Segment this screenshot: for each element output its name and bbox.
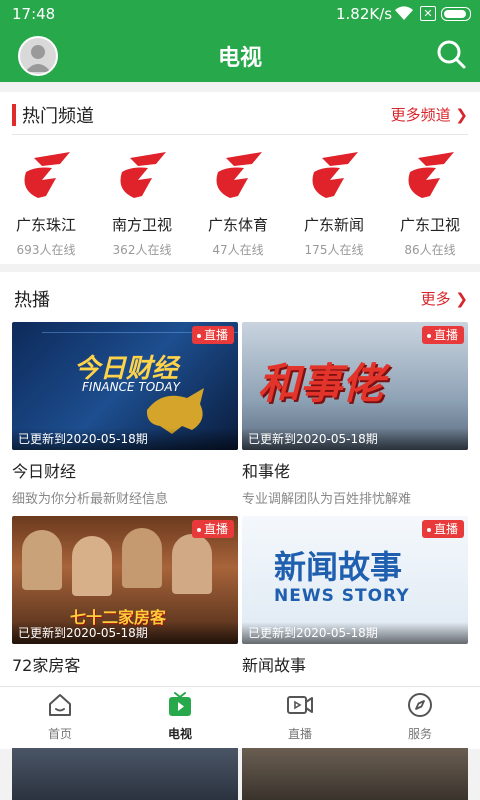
hot-channels-section: 热门频道 更多频道 ❯ 广东珠江 693人在线 南方卫视 362人在线 广东体育… xyxy=(0,92,480,264)
program-description: 专业调解团队为百姓排忧解难 xyxy=(242,492,412,507)
hot-channels-title: 热门频道 xyxy=(22,106,94,127)
nav-tab-label: 服务 xyxy=(407,727,432,741)
hot-play-title: 热播 xyxy=(14,290,50,311)
program-thumbnail-partial[interactable] xyxy=(242,748,468,800)
nav-tab-label: 电视 xyxy=(167,727,192,741)
channel-item[interactable]: 南方卫视 362人在线 xyxy=(96,150,188,260)
update-label: 已更新到2020-05-18期 xyxy=(12,428,238,450)
live-badge: 直播 xyxy=(191,326,234,344)
live-video-icon xyxy=(287,696,313,714)
nav-tab-service[interactable]: 服务 xyxy=(360,687,480,749)
channel-item[interactable]: 广东珠江 693人在线 xyxy=(0,150,92,260)
hot-play-section: 热播 更多 ❯ 今日财经 FINANCE TODAY 直播 已更新到2020-0… xyxy=(0,272,480,686)
channel-online-count: 86人在线 xyxy=(404,243,456,257)
thumbnail-title-text: 新闻故事 xyxy=(274,548,403,586)
update-label: 已更新到2020-05-18期 xyxy=(12,622,238,644)
channel-online-count: 47人在线 xyxy=(212,243,264,257)
gdtv-logo-icon xyxy=(120,152,166,198)
more-hot-link[interactable]: 更多 ❯ xyxy=(421,288,468,309)
live-badge: 直播 xyxy=(421,520,464,538)
program-title: 新闻故事 xyxy=(242,656,307,675)
program-thumbnail-partial[interactable] xyxy=(12,748,238,800)
channel-name: 广东体育 xyxy=(207,216,268,234)
program-thumbnail: 七十二家房客 直播 已更新到2020-05-18期 xyxy=(12,516,238,644)
no-sim-icon: ✕ xyxy=(420,6,436,21)
battery-icon xyxy=(441,7,471,21)
tv-icon xyxy=(169,692,191,716)
channel-item[interactable]: 广东体育 47人在线 xyxy=(192,150,284,260)
live-badge: 直播 xyxy=(421,326,464,344)
update-label: 已更新到2020-05-18期 xyxy=(242,428,468,450)
channel-item[interactable]: 广东卫视 86人在线 xyxy=(384,150,476,260)
channel-item[interactable]: 广东新闻 175人在线 xyxy=(288,150,380,260)
nav-tab-home[interactable]: 首页 xyxy=(0,687,120,749)
app-header: 电视 xyxy=(0,28,480,82)
wifi-icon xyxy=(395,6,413,21)
program-title: 和事佬 xyxy=(242,462,291,481)
channel-name: 广东新闻 xyxy=(303,216,364,234)
live-badge: 直播 xyxy=(191,520,234,538)
more-channels-link[interactable]: 更多频道 ❯ xyxy=(391,104,468,125)
compass-icon xyxy=(408,693,432,717)
channel-name: 广东珠江 xyxy=(15,216,76,234)
program-thumbnail: 新闻故事 NEWS STORY 直播 已更新到2020-05-18期 xyxy=(242,516,468,644)
section-accent-bar xyxy=(12,104,16,126)
status-time: 17:48 xyxy=(12,5,56,23)
channel-name: 广东卫视 xyxy=(399,216,460,234)
program-description: 细致为你分析最新财经信息 xyxy=(12,492,169,507)
gdtv-logo-icon xyxy=(312,152,358,198)
thumbnail-subtitle-text: NEWS STORY xyxy=(274,586,410,606)
gdtv-logo-icon xyxy=(216,152,262,198)
program-thumbnail: 和事佬 直播 已更新到2020-05-18期 xyxy=(242,322,468,450)
program-title: 今日财经 xyxy=(12,462,77,481)
program-card[interactable]: 今日财经 FINANCE TODAY 直播 已更新到2020-05-18期 今日… xyxy=(12,322,238,507)
program-card[interactable]: 和事佬 直播 已更新到2020-05-18期 和事佬 专业调解团队为百姓排忧解难 xyxy=(242,322,468,507)
gdtv-logo-icon xyxy=(408,152,454,198)
channel-online-count: 175人在线 xyxy=(304,243,364,257)
update-label: 已更新到2020-05-18期 xyxy=(242,622,468,644)
program-card[interactable]: 七十二家房客 直播 已更新到2020-05-18期 72家房客 xyxy=(12,516,238,682)
nav-tab-label: 首页 xyxy=(47,727,72,741)
status-bar: 17:48 1.82K/s ✕ xyxy=(0,0,480,28)
search-icon[interactable] xyxy=(434,37,468,71)
channel-online-count: 362人在线 xyxy=(112,243,172,257)
thumbnail-subtitle-text: FINANCE TODAY xyxy=(82,380,180,394)
nav-tab-live[interactable]: 直播 xyxy=(240,687,360,749)
program-card[interactable]: 新闻故事 NEWS STORY 直播 已更新到2020-05-18期 新闻故事 xyxy=(242,516,468,682)
network-speed: 1.82K/s xyxy=(336,5,393,23)
divider xyxy=(12,134,468,135)
home-icon xyxy=(49,694,71,716)
program-title: 72家房客 xyxy=(12,656,81,675)
channel-online-count: 693人在线 xyxy=(16,243,76,257)
channel-name: 南方卫视 xyxy=(111,216,172,234)
program-thumbnail: 今日财经 FINANCE TODAY 直播 已更新到2020-05-18期 xyxy=(12,322,238,450)
page-title: 电视 xyxy=(217,46,262,71)
nav-tab-tv[interactable]: 电视 xyxy=(120,687,240,749)
nav-tab-label: 直播 xyxy=(287,727,312,741)
thumbnail-title-text: 和事佬 xyxy=(258,359,385,408)
bottom-nav: 首页 电视 直播 服务 xyxy=(0,686,480,749)
gdtv-logo-icon xyxy=(24,152,70,198)
